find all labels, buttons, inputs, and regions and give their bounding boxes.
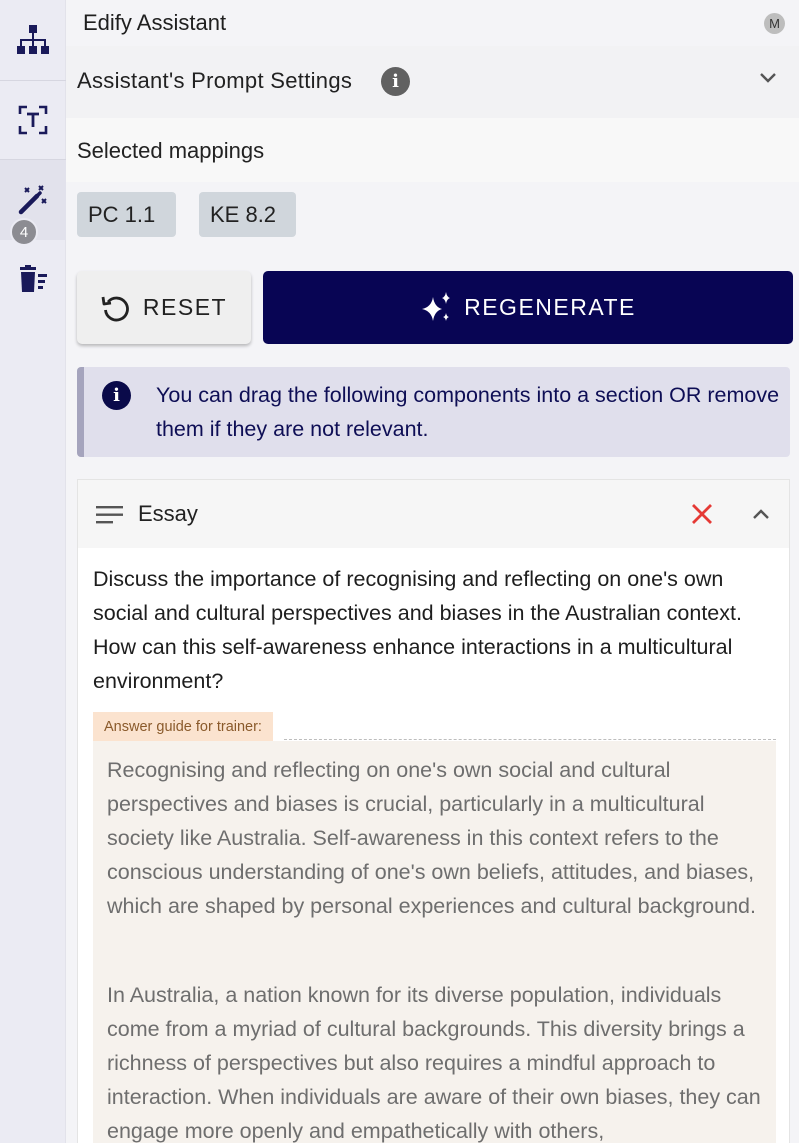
magic-wand-icon xyxy=(18,185,47,215)
side-rail: 4 xyxy=(0,0,66,1143)
chevron-down-icon[interactable] xyxy=(759,72,777,84)
mapping-chips: PC 1.1 KE 8.2 xyxy=(77,192,296,237)
component-title: Essay xyxy=(138,501,198,526)
assistant-panel: Edify Assistant M Assistant's Prompt Set… xyxy=(66,0,799,1143)
sparkles-icon xyxy=(422,291,451,321)
answer-guide-paragraph: In Australia, a nation known for its div… xyxy=(107,983,761,1143)
mapping-chip[interactable]: KE 8.2 xyxy=(199,192,296,237)
answer-guide-label: Answer guide for trainer: xyxy=(93,712,273,741)
prompt-settings-accordion[interactable]: Assistant's Prompt Settings i xyxy=(66,46,799,118)
answer-guide-paragraph: Recognising and reflecting on one's own … xyxy=(107,758,756,918)
delete-list-icon xyxy=(20,265,47,292)
answer-guide: Recognising and reflecting on one's own … xyxy=(93,741,776,1143)
prompt-settings-title: Assistant's Prompt Settings xyxy=(77,68,353,93)
mapping-chip[interactable]: PC 1.1 xyxy=(77,192,176,237)
chevron-up-icon[interactable] xyxy=(752,508,770,520)
notes-lines-icon xyxy=(96,506,123,524)
panel-header: Edify Assistant M xyxy=(66,0,799,46)
refresh-icon xyxy=(101,296,129,321)
info-notice: i You can drag the following components … xyxy=(77,367,790,457)
mappings-section: Selected mappings xyxy=(66,118,799,182)
sitemap-icon xyxy=(17,25,49,54)
info-icon[interactable]: i xyxy=(381,67,410,96)
regenerate-label: REGENERATE xyxy=(464,294,636,320)
regenerate-button[interactable]: REGENERATE xyxy=(263,271,793,344)
rail-structure-button[interactable] xyxy=(0,0,66,80)
notice-text: You can drag the following components in… xyxy=(156,383,780,441)
essay-question: Discuss the importance of recognising an… xyxy=(93,567,742,693)
reset-button[interactable]: RESET xyxy=(77,271,251,344)
notification-badge: 4 xyxy=(10,218,38,246)
rail-text-button[interactable] xyxy=(0,81,66,159)
rail-delete-button[interactable] xyxy=(0,258,66,300)
essay-card-header[interactable]: Essay xyxy=(78,480,789,548)
mappings-label: Selected mappings xyxy=(77,138,265,163)
reset-label: RESET xyxy=(142,294,228,320)
avatar[interactable]: M xyxy=(764,13,785,34)
essay-component-card[interactable]: Essay Discuss the importance of recognis… xyxy=(77,479,790,1143)
app-title: Edify Assistant xyxy=(83,10,227,35)
text-select-icon xyxy=(18,105,48,135)
info-icon: i xyxy=(102,381,131,410)
close-icon[interactable] xyxy=(691,503,713,525)
divider xyxy=(284,739,776,740)
